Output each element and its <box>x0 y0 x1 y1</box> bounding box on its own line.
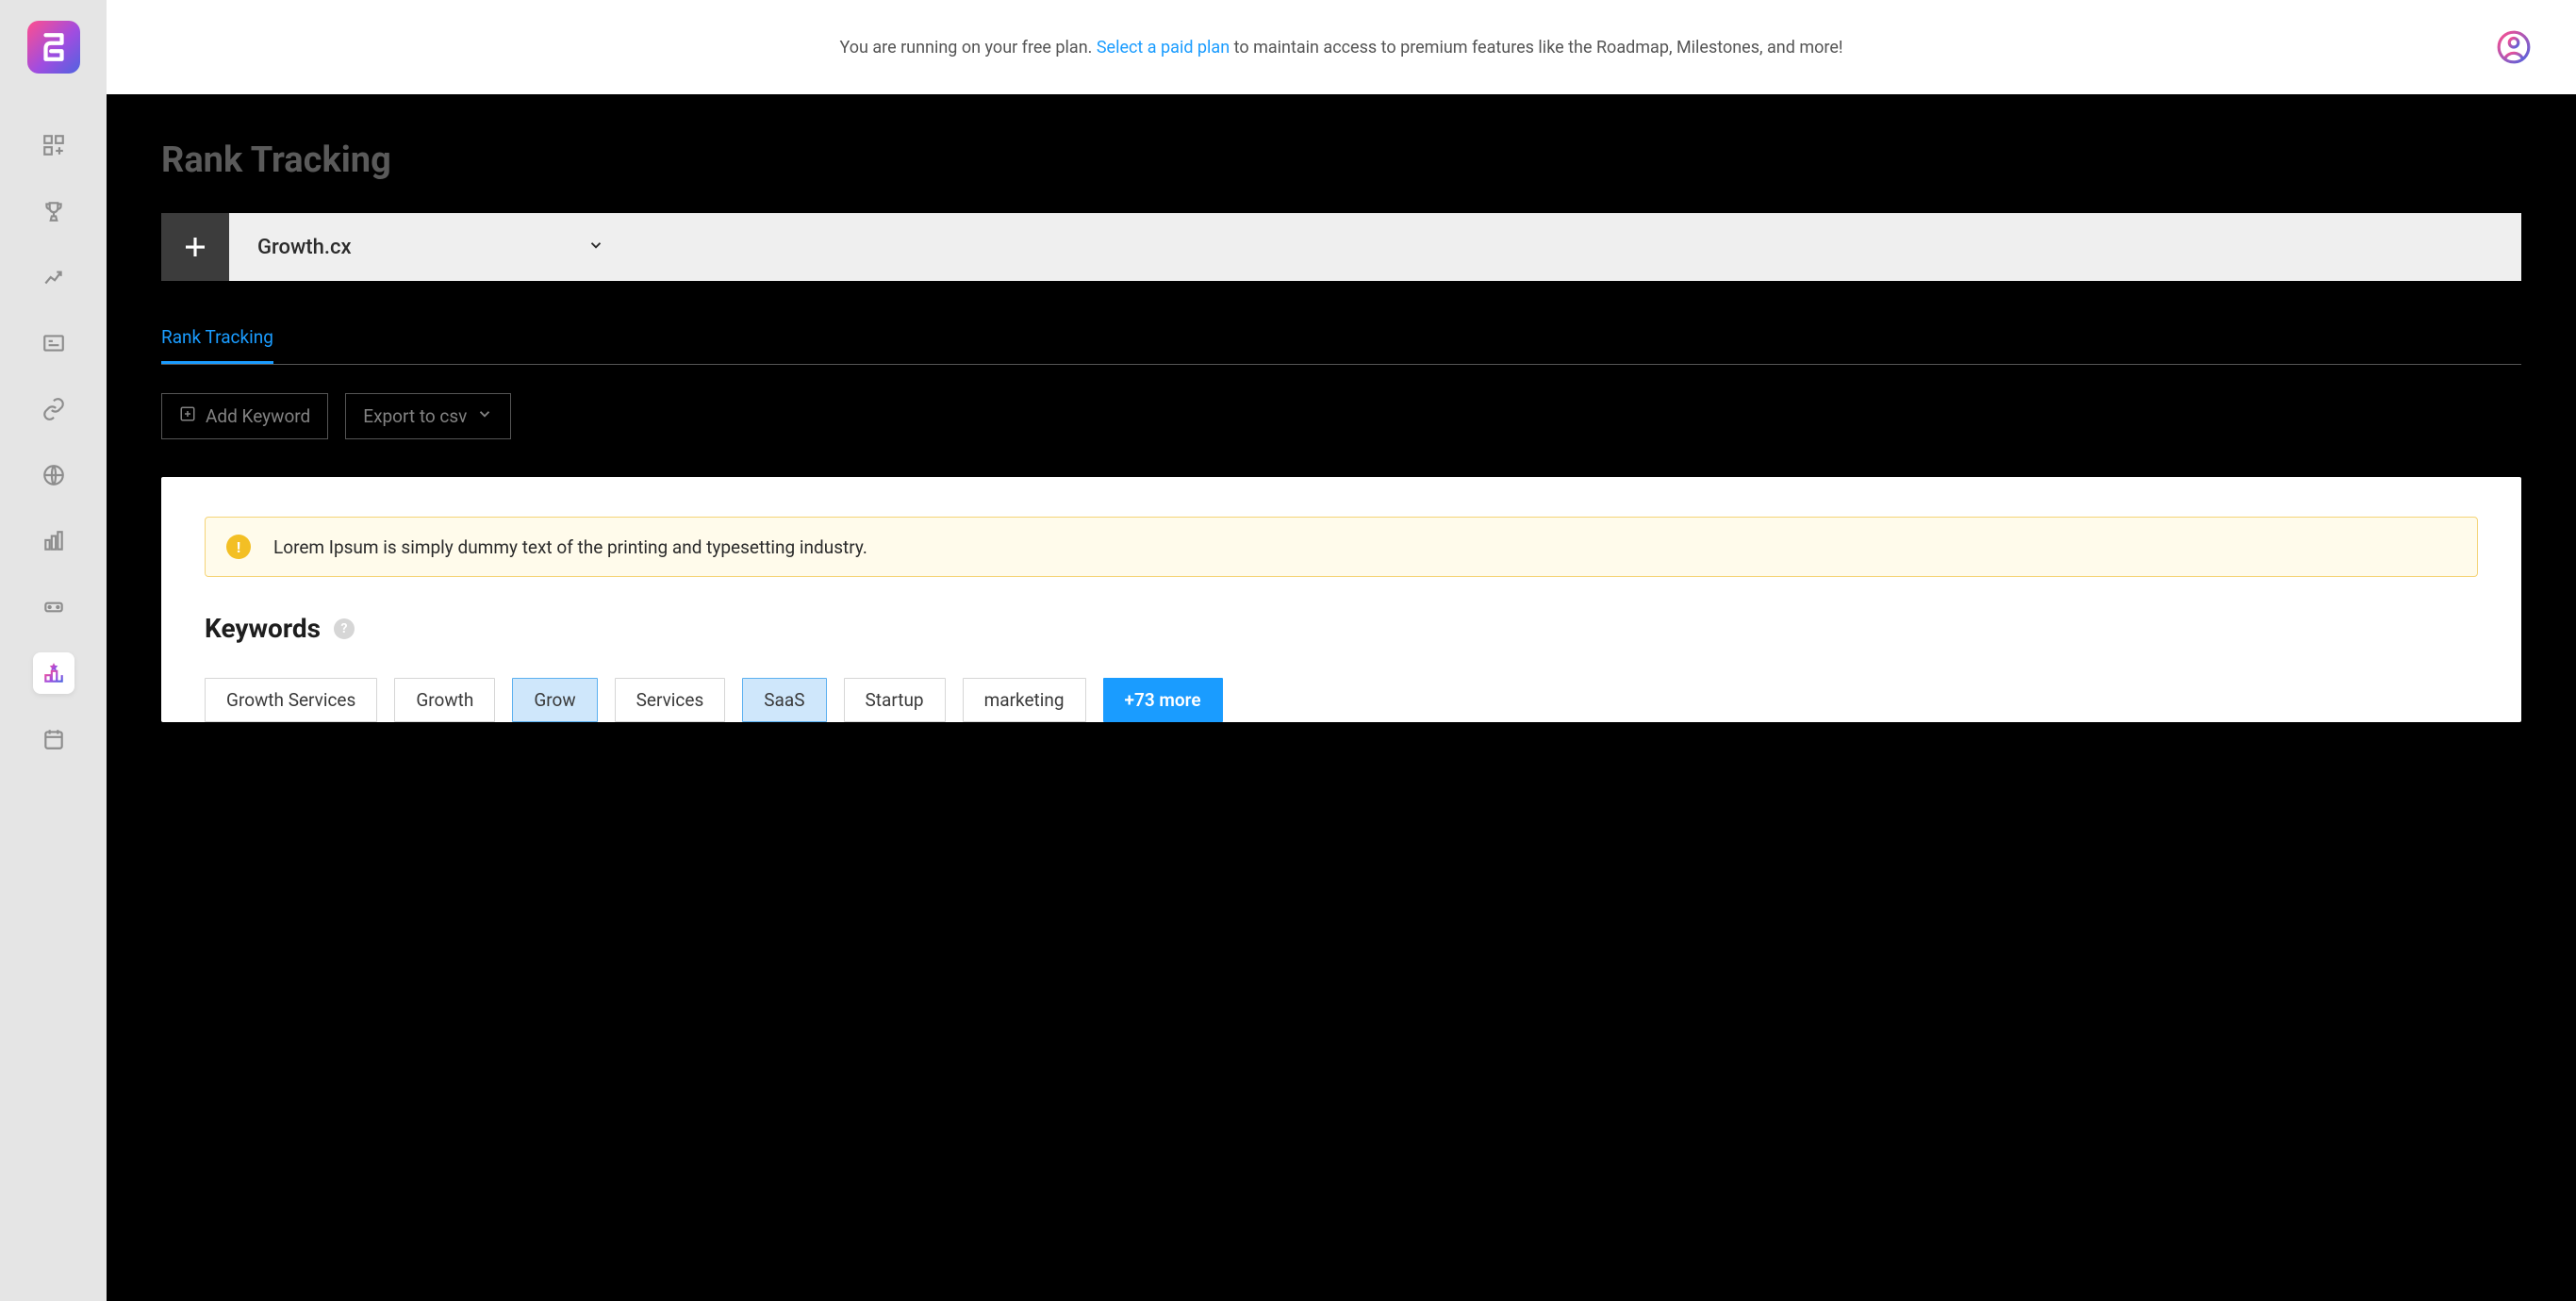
keyword-chip[interactable]: marketing <box>963 678 1086 722</box>
nav-api[interactable] <box>33 586 74 628</box>
keyword-chip[interactable]: Services <box>615 678 726 722</box>
nav-web[interactable] <box>33 454 74 496</box>
nav-calendar[interactable] <box>33 718 74 760</box>
app-logo[interactable] <box>27 21 80 74</box>
alert-text: Lorem Ipsum is simply dummy text of the … <box>273 536 867 558</box>
export-csv-button[interactable]: Export to csv <box>345 393 511 439</box>
keywords-heading-row: Keywords ? <box>205 613 2478 644</box>
chevron-down-icon <box>476 405 493 427</box>
keywords-card: ! Lorem Ipsum is simply dummy text of th… <box>161 477 2521 722</box>
nav-content[interactable] <box>33 322 74 364</box>
add-keyword-button[interactable]: Add Keyword <box>161 393 328 439</box>
sidebar <box>0 0 107 1301</box>
project-selector-row: Growth.cx <box>161 213 2521 281</box>
plus-square-icon <box>179 405 196 427</box>
keyword-chip[interactable]: Grow <box>512 678 597 722</box>
project-select: Growth.cx <box>229 213 2521 281</box>
banner-suffix: to maintain access to premium features l… <box>1230 38 1842 58</box>
nav-list <box>33 124 74 760</box>
project-select-trigger[interactable]: Growth.cx <box>229 236 633 259</box>
tab-rank-tracking[interactable]: Rank Tracking <box>161 326 273 364</box>
keyword-more-chip[interactable]: +73 more <box>1103 678 1223 722</box>
keyword-chips: Growth Services Growth Grow Services Saa… <box>205 678 2478 722</box>
plan-banner: You are running on your free plan. Selec… <box>140 38 2542 58</box>
nav-rank-tracking[interactable] <box>33 652 74 694</box>
banner-prefix: You are running on your free plan. <box>839 38 1096 58</box>
page-title: Rank Tracking <box>161 140 2521 181</box>
nav-performance[interactable] <box>33 520 74 562</box>
keyword-chip[interactable]: SaaS <box>742 678 826 722</box>
nav-achievements[interactable] <box>33 190 74 232</box>
add-project-button[interactable] <box>161 213 229 281</box>
nav-links[interactable] <box>33 388 74 430</box>
export-label: Export to csv <box>363 405 467 427</box>
help-icon[interactable]: ? <box>334 618 355 639</box>
keyword-chip[interactable]: Growth <box>394 678 495 722</box>
project-name: Growth.cx <box>257 236 352 259</box>
nav-analytics[interactable] <box>33 256 74 298</box>
info-alert: ! Lorem Ipsum is simply dummy text of th… <box>205 517 2478 577</box>
keywords-heading: Keywords <box>205 613 321 644</box>
keyword-chip[interactable]: Growth Services <box>205 678 377 722</box>
tabs: Rank Tracking <box>161 326 2521 365</box>
content-area: Rank Tracking Growth.cx Rank Tracking <box>107 94 2576 1301</box>
keyword-chip[interactable]: Startup <box>844 678 946 722</box>
main: You are running on your free plan. Selec… <box>107 0 2576 1301</box>
nav-dashboard[interactable] <box>33 124 74 166</box>
chevron-down-icon <box>587 236 604 259</box>
select-plan-link[interactable]: Select a paid plan <box>1097 38 1230 58</box>
topbar: You are running on your free plan. Selec… <box>107 0 2576 94</box>
warning-icon: ! <box>226 535 251 559</box>
add-keyword-label: Add Keyword <box>206 405 310 427</box>
toolbar: Add Keyword Export to csv <box>161 393 2521 439</box>
profile-button[interactable] <box>2495 28 2533 66</box>
